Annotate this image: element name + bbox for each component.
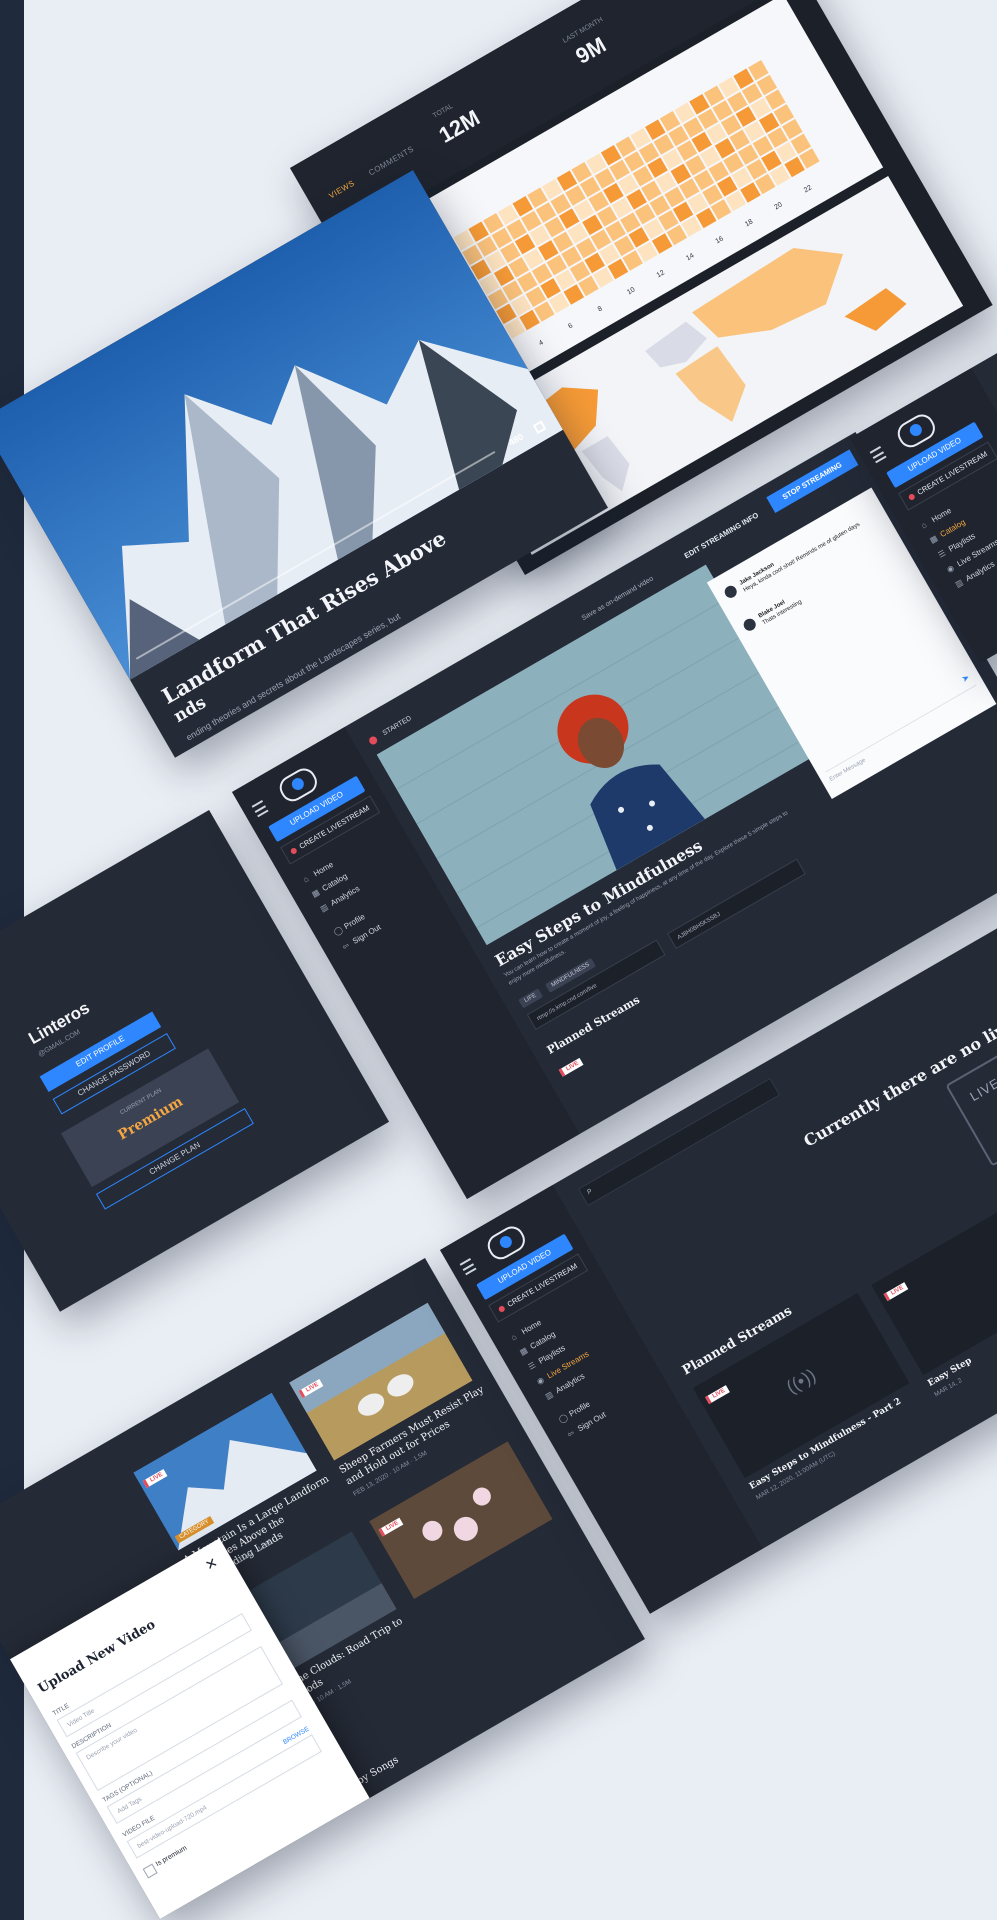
chat-author: Blake Joel bbox=[757, 599, 787, 620]
avatar bbox=[722, 583, 739, 601]
planned-live-badge: LIVE bbox=[555, 1051, 585, 1079]
planned-stream-card[interactable]: LIVE bbox=[871, 1190, 997, 1376]
heatmap-hour-label: 14 bbox=[685, 252, 696, 263]
heatmap-hour-label: 6 bbox=[567, 322, 575, 331]
heatmap-hour-label: 10 bbox=[626, 286, 637, 297]
map-australia bbox=[844, 288, 907, 331]
live-indicator-icon bbox=[367, 735, 379, 746]
tv-live-label: LIVE bbox=[967, 1075, 997, 1105]
live-badge: LIVE bbox=[880, 1275, 910, 1303]
edit-streaming-info-button[interactable]: EDIT STREAMING INFO bbox=[683, 511, 760, 561]
send-icon[interactable]: ➤ bbox=[960, 672, 972, 685]
broadcast-icon: ((•)) bbox=[782, 1364, 820, 1398]
menu-icon[interactable] bbox=[459, 1258, 477, 1276]
premium-label: Is premium bbox=[154, 1844, 189, 1869]
heatmap-hour-label: 22 bbox=[802, 184, 814, 195]
live-badge: LIVE bbox=[701, 1378, 731, 1406]
tab-views[interactable]: VIEWS bbox=[327, 179, 356, 201]
chat-message: Blake Joel Thats interesting bbox=[741, 538, 897, 637]
heatmap-hour-label: 4 bbox=[537, 339, 545, 348]
premium-checkbox[interactable] bbox=[142, 1863, 158, 1879]
tag-life[interactable]: LIFE bbox=[518, 988, 543, 1009]
sidebar-nav: ⌂Home ▦Catalog ☰Playlists ◉Live Streams … bbox=[508, 1302, 623, 1443]
stream-status: STARTED bbox=[381, 715, 413, 738]
planned-stream-card[interactable]: LIVE ((•)) bbox=[692, 1293, 910, 1479]
heatmap-hour-label: 8 bbox=[596, 305, 604, 314]
close-icon[interactable]: ✕ bbox=[202, 1554, 221, 1575]
sidebar-nav: ⌂Home ▦Catalog ▥Analytics ◯Profile ⇦Sign… bbox=[300, 851, 386, 955]
chat-input[interactable]: Enter Message bbox=[825, 684, 986, 789]
menu-icon[interactable] bbox=[869, 446, 887, 464]
avatar bbox=[741, 616, 758, 633]
record-icon bbox=[289, 846, 299, 855]
menu-icon[interactable] bbox=[251, 800, 269, 818]
sidebar-nav: ⌂Home ▦Catalog ☰Playlists ◉Live Streams … bbox=[918, 490, 997, 593]
search-icon: ⌕ bbox=[584, 1184, 595, 1198]
heatmap-hour-label: 12 bbox=[655, 269, 666, 280]
heatmap-hour-label: 18 bbox=[743, 218, 755, 229]
heatmap-hour-label: 20 bbox=[773, 201, 784, 212]
heatmap-hour-label: 16 bbox=[714, 235, 725, 246]
